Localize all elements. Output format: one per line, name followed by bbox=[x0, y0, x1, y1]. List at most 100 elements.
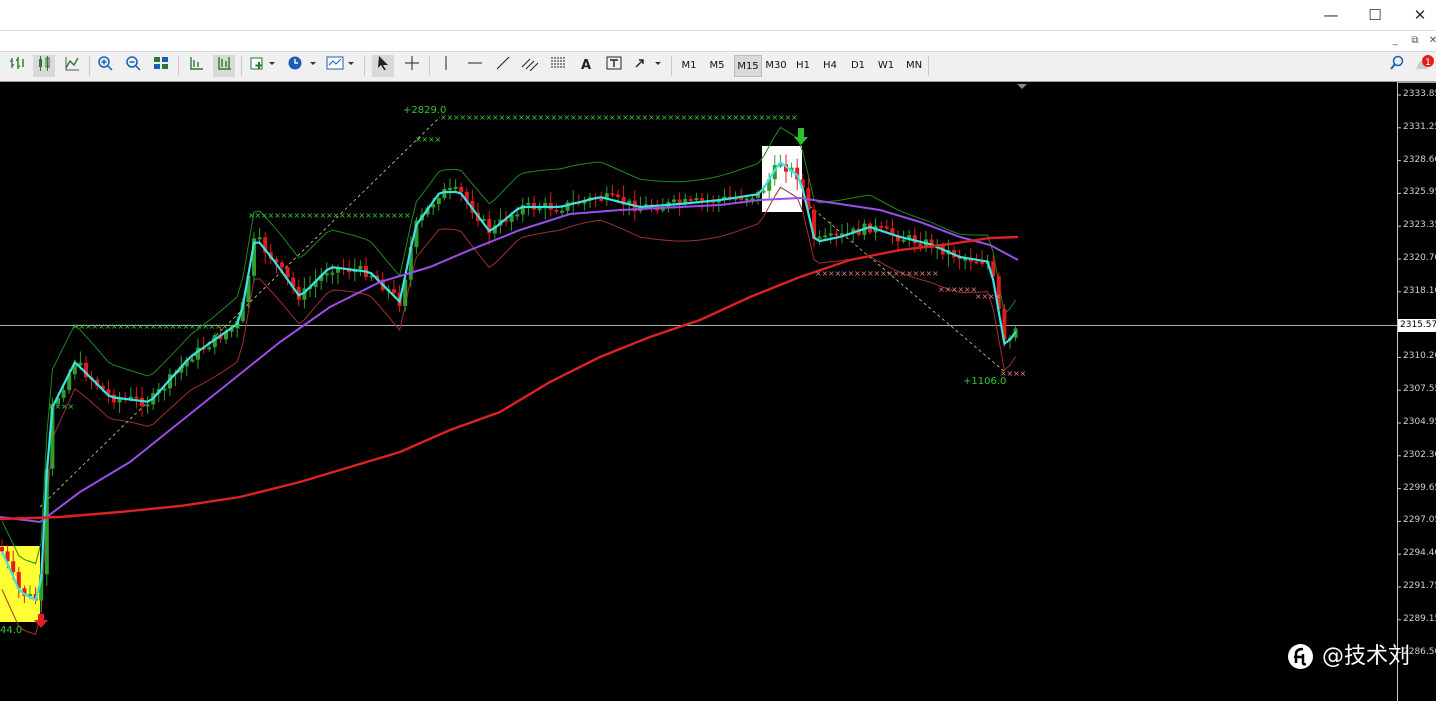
periodicity-clock-icon[interactable] bbox=[285, 55, 319, 77]
chart-shift-icon[interactable] bbox=[213, 55, 235, 77]
candle-body bbox=[537, 208, 542, 211]
timeframe-m15[interactable]: M15 bbox=[734, 55, 762, 77]
candle-body bbox=[554, 209, 559, 212]
top-profit-label: +2829.0 bbox=[403, 105, 447, 116]
horizontal-line-icon[interactable] bbox=[464, 55, 486, 77]
left-profit-label: 44.0 bbox=[0, 625, 23, 636]
price-axis-label: 2328.60 bbox=[1403, 154, 1436, 165]
trendline-icon[interactable] bbox=[492, 55, 514, 77]
arrows-icon[interactable] bbox=[632, 55, 664, 77]
search-icon[interactable] bbox=[1386, 55, 1408, 77]
stop-marker: × bbox=[404, 211, 411, 220]
zoom-in-icon[interactable] bbox=[94, 55, 116, 77]
price-axis-label: 2291.75 bbox=[1403, 581, 1436, 591]
crosshair-icon[interactable] bbox=[401, 55, 423, 77]
chart-minimize-button[interactable]: _ bbox=[1388, 34, 1402, 48]
candle-body bbox=[459, 186, 464, 192]
timeframe-w1[interactable]: W1 bbox=[875, 55, 897, 77]
candle-body bbox=[884, 226, 889, 229]
candlestick-chart-icon[interactable] bbox=[33, 55, 55, 77]
timeframe-m30[interactable]: M30 bbox=[762, 55, 790, 77]
candle-body bbox=[817, 236, 822, 239]
candle-body bbox=[526, 202, 531, 206]
price-axis-label: 2325.95 bbox=[1403, 187, 1436, 198]
price-axis-label: 2333.85 bbox=[1403, 89, 1436, 99]
price-axis-label: 2310.20 bbox=[1403, 351, 1436, 362]
candle-body bbox=[828, 233, 833, 236]
watermark-logo-icon bbox=[1288, 644, 1313, 669]
candle-body bbox=[515, 214, 520, 217]
price-axis-label: 2323.35 bbox=[1403, 220, 1436, 231]
minimize-button[interactable]: — bbox=[1308, 0, 1354, 30]
toolbar: A 1 M1 M5 M15 M30 H1 H4 D1 W1 MN bbox=[0, 51, 1436, 83]
candle-body bbox=[190, 359, 195, 362]
stop-marker: × bbox=[791, 113, 798, 122]
stop-marker: × bbox=[68, 402, 75, 411]
text-tool-icon[interactable]: A bbox=[577, 55, 595, 77]
timeframe-m1[interactable]: M1 bbox=[678, 55, 700, 77]
candle-body bbox=[358, 265, 363, 270]
candle-body bbox=[207, 347, 212, 350]
fibonacci-retracement-icon[interactable] bbox=[548, 55, 570, 77]
candle-body bbox=[750, 197, 755, 200]
candle-body bbox=[330, 272, 335, 275]
timeframe-m5[interactable]: M5 bbox=[706, 55, 728, 77]
close-button[interactable]: ✕ bbox=[1397, 0, 1436, 30]
auto-scroll-icon[interactable] bbox=[185, 55, 207, 77]
candle-body bbox=[688, 198, 693, 201]
timeframe-h1[interactable]: H1 bbox=[792, 55, 814, 77]
chart-restore-button[interactable]: ⧉ bbox=[1408, 34, 1422, 48]
bottom-profit-label: +1106.0 bbox=[963, 376, 1007, 387]
price-chart[interactable]: × × × ×× × × × × × × × × × × × × × × × × × × × × × × × × ×× × × × × × × × × ×… bbox=[0, 82, 1436, 701]
price-axis-label: 2294.40 bbox=[1403, 548, 1436, 559]
candle-body bbox=[61, 390, 66, 398]
price-axis-label: 2307.55 bbox=[1403, 384, 1436, 395]
price-axis-label: 2318.10 bbox=[1403, 285, 1436, 296]
stop-marker: × bbox=[995, 292, 1002, 301]
candle-body bbox=[257, 237, 262, 240]
candle-body bbox=[392, 289, 396, 294]
price-axis-label: 2299.65 bbox=[1403, 482, 1436, 493]
notifications-icon[interactable]: 1 bbox=[1412, 55, 1436, 77]
candle-body bbox=[280, 262, 284, 268]
timeframe-d1[interactable]: D1 bbox=[847, 55, 869, 77]
watermark-text: @技术刘 bbox=[1322, 644, 1411, 669]
candle-body bbox=[448, 187, 452, 190]
stop-marker: × bbox=[1020, 369, 1027, 378]
vertical-line-icon[interactable] bbox=[436, 55, 456, 77]
line-chart-icon[interactable] bbox=[61, 55, 83, 77]
candle-body bbox=[599, 198, 604, 201]
price-axis-label: 2304.95 bbox=[1403, 417, 1436, 427]
candle-body bbox=[744, 198, 749, 201]
stop-marker: × bbox=[435, 135, 442, 144]
cursor-icon[interactable] bbox=[372, 55, 394, 77]
indicators-icon[interactable] bbox=[248, 55, 278, 77]
candle-body bbox=[0, 547, 4, 552]
candle-body bbox=[436, 198, 441, 205]
timeframe-mn[interactable]: MN bbox=[903, 55, 925, 77]
chart-window-controls: _ ⧉ ✕ bbox=[0, 31, 1436, 51]
chart-close-button[interactable]: ✕ bbox=[1426, 34, 1436, 48]
notification-count: 1 bbox=[1425, 58, 1431, 68]
bar-chart-icon[interactable] bbox=[6, 55, 28, 77]
templates-icon[interactable] bbox=[325, 55, 357, 77]
current-price-label: 2315.57 bbox=[1398, 319, 1436, 332]
text-label-icon[interactable] bbox=[603, 55, 625, 77]
price-axis-label: 2302.30 bbox=[1403, 449, 1436, 460]
timeframe-h4[interactable]: H4 bbox=[819, 55, 841, 77]
candle-body bbox=[672, 199, 676, 203]
candle-body bbox=[610, 193, 615, 196]
candle-body bbox=[145, 404, 150, 407]
window-titlebar: — ☐ ✕ bbox=[0, 0, 1436, 31]
equidistant-channel-icon[interactable] bbox=[519, 55, 541, 77]
maximize-button[interactable]: ☐ bbox=[1352, 0, 1398, 30]
zoom-out-icon[interactable] bbox=[122, 55, 144, 77]
candle-body bbox=[324, 273, 329, 276]
price-axis-label: 2320.70 bbox=[1403, 253, 1436, 263]
candle-body bbox=[700, 198, 704, 201]
tile-windows-icon[interactable] bbox=[150, 55, 172, 77]
price-axis-label: 2331.25 bbox=[1403, 121, 1436, 132]
candle-body bbox=[879, 225, 884, 228]
candle-body bbox=[834, 233, 839, 236]
stop-marker: × bbox=[235, 322, 242, 331]
